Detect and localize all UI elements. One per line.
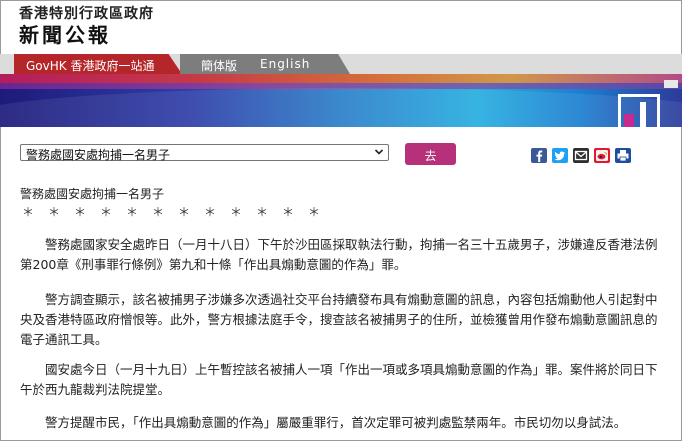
paragraph-1: 警務處國家安全處昨日（一月十八日）下午於沙田區採取執法行動，拘捕一名三十五歲男子…: [20, 237, 658, 272]
govhk-label: GovHK 香港政府一站通: [26, 59, 155, 73]
page-title: 新聞公報: [19, 23, 111, 47]
chevron-down-icon: [374, 149, 384, 155]
go-button[interactable]: 去: [405, 143, 456, 165]
article-select-value: 警務處國安處拘捕一名男子: [26, 148, 171, 162]
go-button-label: 去: [424, 149, 437, 163]
article-headline: 警務處國安處拘捕一名男子: [20, 187, 165, 201]
headline-divider: ＊ ＊ ＊ ＊ ＊ ＊ ＊ ＊ ＊ ＊ ＊ ＊: [22, 205, 322, 219]
banner: [0, 74, 682, 127]
english-link[interactable]: English: [260, 57, 310, 71]
paragraph-2: 警方調查顯示，該名被捕男子涉嫌多次透過社交平台持續發布具有煽動意圖的訊息，內容包…: [20, 292, 658, 347]
article-select[interactable]: 警務處國安處拘捕一名男子: [20, 144, 389, 162]
twitter-icon[interactable]: [552, 148, 568, 163]
facebook-icon[interactable]: [531, 148, 547, 163]
email-icon[interactable]: [573, 148, 589, 163]
weibo-icon[interactable]: [594, 148, 610, 163]
paragraph-4: 警方提醒市民，「作出具煽動意圖的作為」屬嚴重罪行，首次定罪可被判處監禁兩年。市民…: [20, 415, 627, 430]
language-bar: 簡体版 English: [180, 54, 350, 74]
govhk-link[interactable]: GovHK 香港政府一站通: [14, 54, 182, 74]
paragraph-3: 國安處今日（一月十九日）上午暫控該名被捕人一項「作出一項或多項具煽動意圖的作為」…: [20, 362, 658, 397]
simplified-chinese-link[interactable]: 簡体版: [201, 57, 237, 74]
print-icon[interactable]: [615, 148, 631, 163]
